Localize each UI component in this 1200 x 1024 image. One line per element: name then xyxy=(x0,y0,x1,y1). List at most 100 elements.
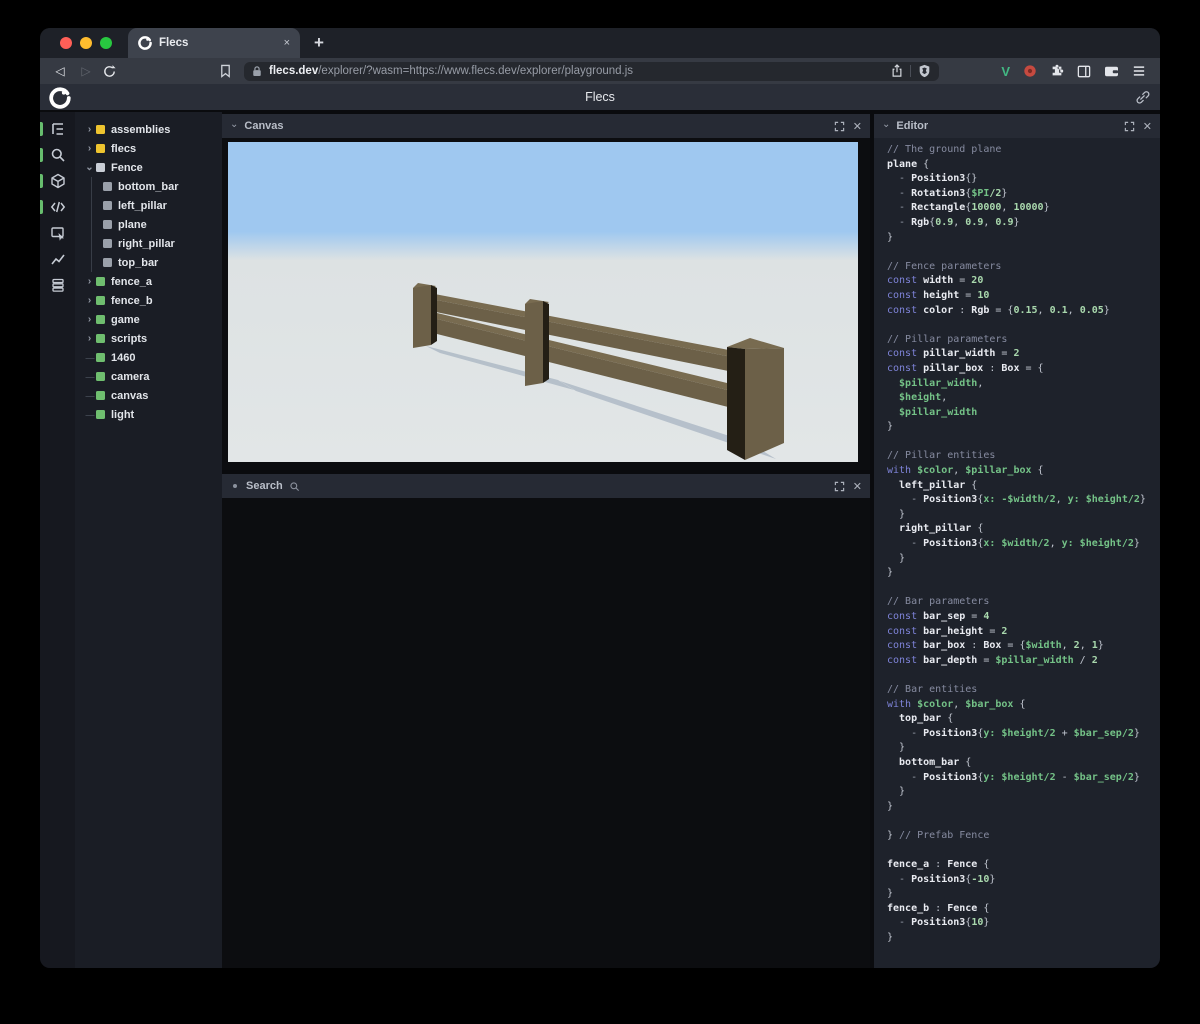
sidebar-cube-icon[interactable] xyxy=(40,173,75,189)
browser-tab[interactable]: Flecs × xyxy=(128,28,300,58)
entity-square-icon xyxy=(103,201,112,210)
sidebar-tree-outline-icon[interactable] xyxy=(40,121,75,137)
tree-item-fence_b[interactable]: › fence_b xyxy=(75,291,222,310)
code-line: with $color, $pillar_box { xyxy=(887,465,1044,477)
chevron-down-icon[interactable]: ⌄ xyxy=(882,119,890,130)
close-tab-icon[interactable]: × xyxy=(284,37,290,49)
page-title: Flecs xyxy=(585,90,615,104)
tree-item-1460[interactable]: — 1460 xyxy=(75,348,222,367)
close-icon[interactable]: ✕ xyxy=(1143,120,1152,133)
wallet-icon[interactable] xyxy=(1104,65,1119,78)
canvas-panel-header[interactable]: ⌄ Canvas ✕ xyxy=(222,114,870,138)
tree-collapsed-icon[interactable]: › xyxy=(83,314,96,325)
tree-guide xyxy=(91,234,103,253)
new-tab-button[interactable]: + xyxy=(314,33,324,53)
code-line: } xyxy=(887,742,906,754)
code-line: - Position3{x: -$width/2, y: $height/2} xyxy=(887,494,1146,506)
sidebar-inspector-icon[interactable] xyxy=(40,225,75,241)
tree-item-Fence[interactable]: ⌄ Fence xyxy=(75,158,222,177)
forward-icon[interactable]: ▷ xyxy=(76,64,96,78)
code-line: const bar_box : Box = {$width, 2, 1} xyxy=(887,640,1104,652)
code-line: } xyxy=(887,932,894,944)
tree-item-plane[interactable]: plane xyxy=(75,215,222,234)
code-line: } // Prefab Fence xyxy=(887,829,990,841)
code-line: // Bar entities xyxy=(887,683,978,695)
tree-item-label: 1460 xyxy=(111,351,136,364)
entity-square-icon xyxy=(96,296,105,305)
code-line: } xyxy=(887,800,894,812)
chevron-down-icon[interactable]: ⌄ xyxy=(230,119,238,130)
code-line: - Position3{10} xyxy=(887,917,990,929)
close-icon[interactable]: ✕ xyxy=(853,120,862,133)
code-line: const bar_sep = 4 xyxy=(887,611,990,622)
entity-square-icon xyxy=(103,239,112,248)
tree-collapsed-icon[interactable]: › xyxy=(83,333,96,344)
fullscreen-icon[interactable] xyxy=(834,481,845,492)
brave-shield-icon[interactable] xyxy=(918,64,931,78)
tree-item-camera[interactable]: — camera xyxy=(75,367,222,386)
editor-panel-header[interactable]: ⌄ Editor ✕ xyxy=(874,114,1160,138)
fullscreen-icon[interactable] xyxy=(834,121,845,132)
minimize-window-button[interactable] xyxy=(80,37,92,49)
fullscreen-icon[interactable] xyxy=(1124,121,1135,132)
close-icon[interactable]: ✕ xyxy=(853,480,862,493)
code-line: fence_b : Fence { xyxy=(887,902,990,914)
collapsed-dot-icon[interactable] xyxy=(233,484,237,488)
canvas-3d-view[interactable] xyxy=(222,138,870,470)
close-window-button[interactable] xyxy=(60,37,72,49)
zoom-window-button[interactable] xyxy=(100,37,112,49)
tree-item-bottom_bar[interactable]: bottom_bar xyxy=(75,177,222,196)
sidebar-search-icon[interactable] xyxy=(40,147,75,163)
tree-item-light[interactable]: — light xyxy=(75,405,222,424)
active-indicator xyxy=(40,174,43,188)
tree-item-left_pillar[interactable]: left_pillar xyxy=(75,196,222,215)
tree-item-label: canvas xyxy=(111,389,149,402)
code-line: - Rotation3{$PI/2} xyxy=(887,187,1008,199)
entity-square-icon xyxy=(96,163,105,172)
tree-item-right_pillar[interactable]: right_pillar xyxy=(75,234,222,253)
tree-item-scripts[interactable]: › scripts xyxy=(75,329,222,348)
sidebar-layers-icon[interactable] xyxy=(40,277,75,293)
tree-item-canvas[interactable]: — canvas xyxy=(75,386,222,405)
editor-column: ⌄ Editor ✕ // The ground plane plane { - … xyxy=(874,112,1160,968)
code-line: - Position3{y: $height/2 + $bar_sep/2} xyxy=(887,727,1140,739)
extensions-puzzle-icon[interactable] xyxy=(1050,64,1064,78)
entity-square-icon xyxy=(103,182,112,191)
side-panel-icon[interactable] xyxy=(1077,65,1091,78)
tree-expanded-icon[interactable]: ⌄ xyxy=(83,162,96,173)
editor-panel-title: Editor xyxy=(896,120,929,132)
back-icon[interactable]: ◁ xyxy=(50,64,70,78)
code-line: bottom_bar { xyxy=(887,756,972,768)
tree-collapsed-icon[interactable]: › xyxy=(83,143,96,154)
tree-item-fence_a[interactable]: › fence_a xyxy=(75,272,222,291)
tree-item-top_bar[interactable]: top_bar xyxy=(75,253,222,272)
code-editor[interactable]: // The ground plane plane { - Position3{}… xyxy=(874,138,1160,968)
search-panel-header[interactable]: Search ✕ xyxy=(222,474,870,498)
url-bar[interactable]: flecs.dev /explorer/?wasm=https://www.fl… xyxy=(244,61,940,81)
tree-item-flecs[interactable]: › flecs xyxy=(75,139,222,158)
search-results-area[interactable] xyxy=(222,498,870,968)
share-link-icon[interactable] xyxy=(1135,90,1150,105)
active-indicator xyxy=(40,122,43,136)
reload-icon[interactable] xyxy=(102,64,117,79)
red-extension-icon[interactable] xyxy=(1023,64,1037,78)
menu-icon[interactable] xyxy=(1132,65,1146,77)
flecs-logo-icon[interactable] xyxy=(49,87,71,109)
tree-item-assemblies[interactable]: › assemblies xyxy=(75,120,222,139)
entity-square-icon xyxy=(96,144,105,153)
sidebar-code-icon[interactable] xyxy=(40,199,75,215)
left-pillar xyxy=(431,285,437,345)
tree-item-game[interactable]: › game xyxy=(75,310,222,329)
code-line: } xyxy=(887,231,894,243)
bookmark-icon[interactable] xyxy=(219,64,232,78)
code-line: right_pillar { xyxy=(887,523,984,535)
active-indicator xyxy=(40,200,43,214)
code-line: // The ground plane xyxy=(887,144,1002,155)
tree-collapsed-icon[interactable]: › xyxy=(83,295,96,306)
tree-collapsed-icon[interactable]: › xyxy=(83,124,96,135)
share-icon[interactable] xyxy=(891,64,903,78)
vue-devtools-icon[interactable]: V xyxy=(1001,64,1010,79)
sidebar-chart-icon[interactable] xyxy=(40,251,75,267)
tree-collapsed-icon[interactable]: › xyxy=(83,276,96,287)
